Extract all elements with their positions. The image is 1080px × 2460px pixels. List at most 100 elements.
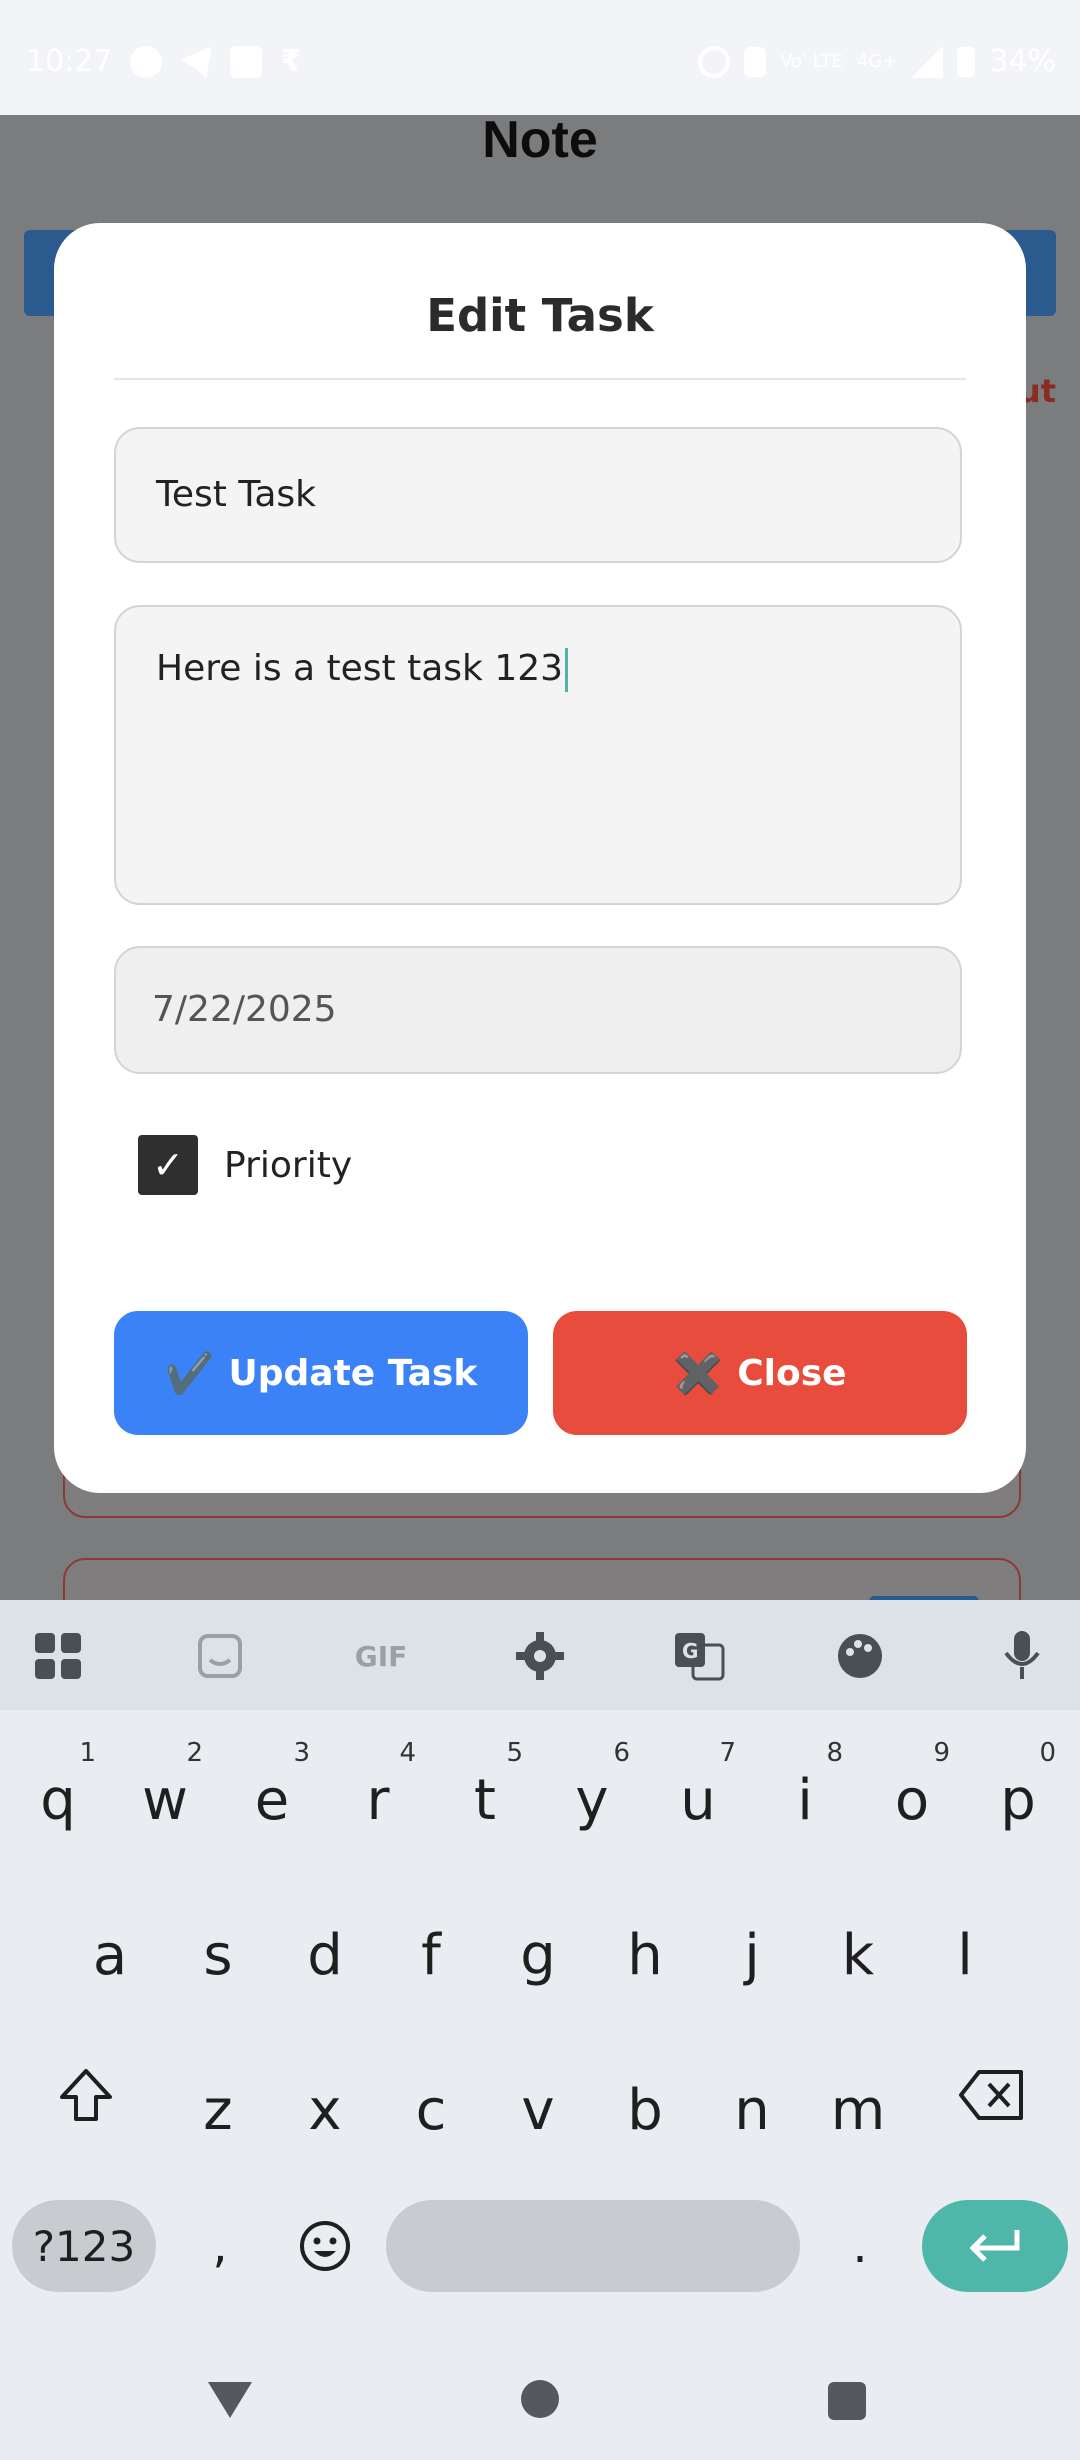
gallery-icon xyxy=(230,45,263,78)
key-b[interactable]: b xyxy=(595,2040,695,2160)
telegram-icon xyxy=(180,45,213,78)
priority-checkbox[interactable]: ✓ xyxy=(138,1135,198,1195)
key-g[interactable]: g xyxy=(488,1885,588,2005)
svg-text:G: G xyxy=(682,1639,698,1663)
key-f[interactable]: f xyxy=(381,1885,481,2005)
key-i[interactable]: 8i xyxy=(755,1730,855,1850)
key-y[interactable]: 6y xyxy=(542,1730,642,1850)
edit-task-modal: Edit Task Test Task Here is a test task … xyxy=(54,223,1026,1493)
key-label: j xyxy=(744,1923,760,1988)
key-hint: 8 xyxy=(826,1738,843,1768)
translate-icon[interactable]: G xyxy=(672,1628,728,1684)
key-z[interactable]: z xyxy=(168,2040,268,2160)
apps-grid-icon[interactable] xyxy=(30,1628,86,1684)
enter-icon[interactable] xyxy=(922,2200,1068,2292)
settings-gear-icon[interactable] xyxy=(512,1628,568,1684)
cross-icon: ✖️ xyxy=(673,1350,724,1397)
key-v[interactable]: v xyxy=(488,2040,588,2160)
key-h[interactable]: h xyxy=(595,1885,695,2005)
task-title-input[interactable]: Test Task xyxy=(114,427,962,563)
key-c[interactable]: c xyxy=(381,2040,481,2160)
key-hint: 0 xyxy=(1039,1738,1056,1768)
key-q[interactable]: 1q xyxy=(8,1730,108,1850)
key-j[interactable]: j xyxy=(702,1885,802,2005)
key-x[interactable]: x xyxy=(275,2040,375,2160)
key-hint: 2 xyxy=(186,1738,203,1768)
key-label: w xyxy=(142,1768,188,1833)
vibrate-icon xyxy=(744,46,767,77)
key-t[interactable]: 5t xyxy=(435,1730,535,1850)
shift-icon[interactable] xyxy=(36,2045,136,2145)
battery-percent: 34% xyxy=(989,44,1056,79)
key-k[interactable]: k xyxy=(808,1885,908,2005)
symbols-key[interactable]: ?123 xyxy=(12,2200,156,2292)
key-label: y xyxy=(575,1768,609,1833)
priority-label[interactable]: Priority xyxy=(224,1145,352,1186)
palette-icon[interactable] xyxy=(832,1628,888,1684)
backspace-icon[interactable] xyxy=(942,2045,1042,2145)
key-label: z xyxy=(203,2078,233,2143)
key-p[interactable]: 0p xyxy=(968,1730,1068,1850)
key-label: b xyxy=(627,2078,663,2143)
system-nav-bar xyxy=(0,2350,1080,2460)
status-bar: 10:27 ₹ Voʹ LTE 4G+ 34% xyxy=(0,0,1080,115)
chat-bubble-icon xyxy=(130,45,163,78)
key-m[interactable]: m xyxy=(808,2040,908,2160)
key-label: f xyxy=(421,1923,441,1988)
key-a[interactable]: a xyxy=(60,1885,160,2005)
key-label: s xyxy=(203,1923,233,1988)
rupee-icon: ₹ xyxy=(280,44,302,79)
battery-icon xyxy=(957,46,976,77)
key-label: a xyxy=(92,1923,128,1988)
key-hint: 6 xyxy=(613,1738,630,1768)
gif-icon[interactable]: GIF xyxy=(346,1628,416,1684)
key-label: r xyxy=(366,1768,390,1833)
update-task-label: Update Task xyxy=(228,1352,478,1394)
task-description-textarea[interactable]: Here is a test task 123 xyxy=(114,605,962,905)
key-e[interactable]: 3e xyxy=(222,1730,322,1850)
home-circle-icon[interactable] xyxy=(521,2380,559,2418)
key-label: v xyxy=(521,2078,555,2143)
network-label: 4G+ xyxy=(856,50,898,72)
back-triangle-icon[interactable] xyxy=(208,2382,252,2418)
key-label: x xyxy=(308,2078,342,2143)
key-label: u xyxy=(680,1768,716,1833)
key-label: h xyxy=(627,1923,663,1988)
volte-label: Voʹ LTE xyxy=(780,50,843,72)
key-n[interactable]: n xyxy=(702,2040,802,2160)
space-key[interactable] xyxy=(386,2200,800,2292)
key-label: m xyxy=(830,2078,886,2143)
key-l[interactable]: l xyxy=(915,1885,1015,2005)
due-date-input[interactable]: 7/22/2025 xyxy=(114,946,962,1074)
check-icon: ✔️ xyxy=(164,1350,215,1397)
status-time: 10:27 xyxy=(26,44,113,79)
period-key[interactable]: . xyxy=(820,2200,900,2292)
microphone-icon[interactable] xyxy=(994,1628,1050,1684)
keyboard-toolbar: GIF G xyxy=(0,1600,1080,1710)
comma-key[interactable]: , xyxy=(180,2200,260,2292)
key-label: p xyxy=(1000,1768,1036,1833)
key-u[interactable]: 7u xyxy=(648,1730,748,1850)
alarm-icon xyxy=(698,45,731,78)
key-hint: 1 xyxy=(79,1738,96,1768)
recents-square-icon[interactable] xyxy=(828,2382,866,2420)
key-d[interactable]: d xyxy=(275,1885,375,2005)
emoji-icon[interactable] xyxy=(280,2200,370,2292)
key-label: d xyxy=(307,1923,343,1988)
key-s[interactable]: s xyxy=(168,1885,268,2005)
update-task-button[interactable]: ✔️ Update Task xyxy=(114,1311,528,1435)
sticker-icon[interactable] xyxy=(192,1628,248,1684)
key-r[interactable]: 4r xyxy=(328,1730,428,1850)
signal-icon xyxy=(911,45,944,78)
key-hint: 7 xyxy=(719,1738,736,1768)
key-label: e xyxy=(254,1768,290,1833)
key-w[interactable]: 2w xyxy=(115,1730,215,1850)
close-button[interactable]: ✖️ Close xyxy=(553,1311,967,1435)
key-label: n xyxy=(734,2078,770,2143)
key-hint: 5 xyxy=(506,1738,523,1768)
key-o[interactable]: 9o xyxy=(862,1730,962,1850)
priority-row[interactable]: ✓ Priority xyxy=(138,1135,352,1195)
key-label: k xyxy=(841,1923,875,1988)
text-cursor xyxy=(565,648,569,692)
app-title: Note xyxy=(482,111,598,169)
